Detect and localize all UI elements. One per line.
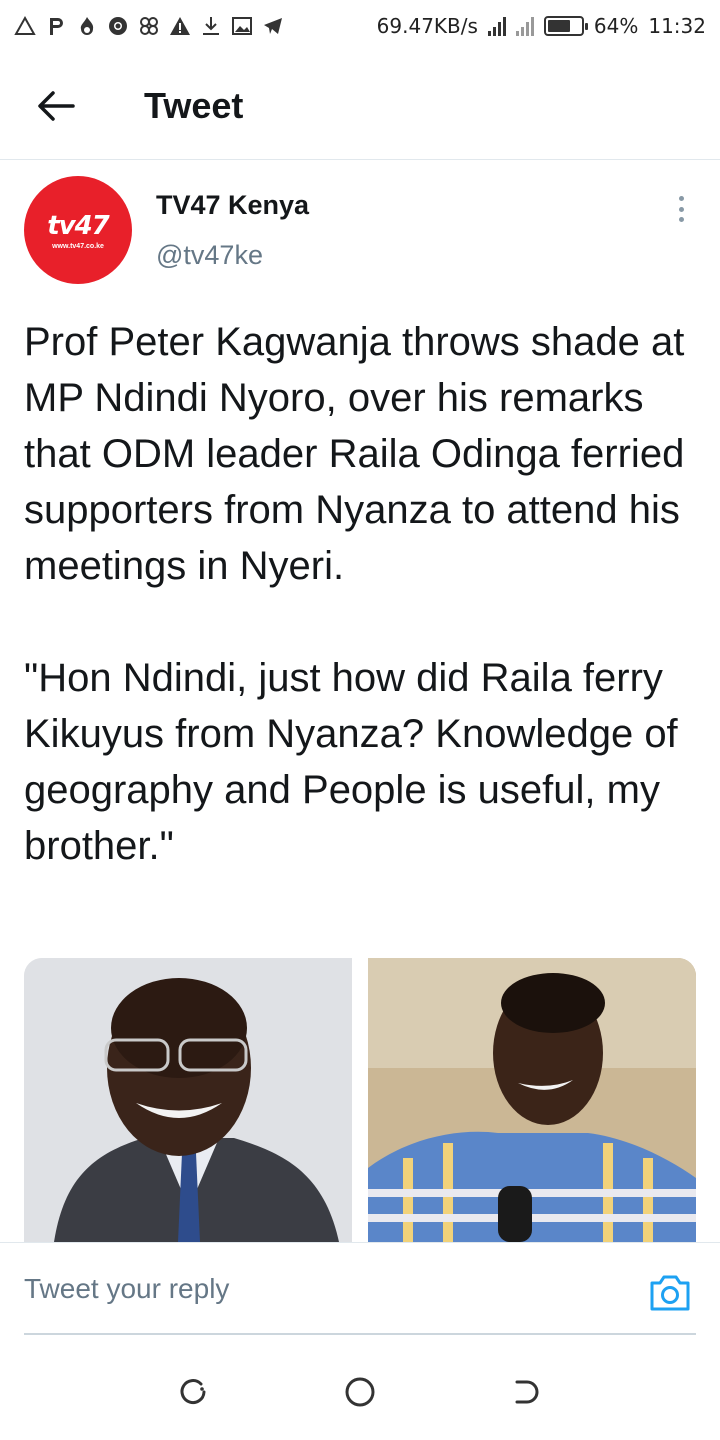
network-speed: 69.47KB/s	[376, 14, 478, 38]
reply-bar: Tweet your reply	[0, 1242, 720, 1335]
author-name[interactable]: TV47 Kenya	[156, 190, 309, 221]
status-bar: 69.47KB/s 64% 11:32	[0, 0, 720, 52]
battery-icon	[543, 16, 588, 36]
portrait-suit-image	[24, 958, 352, 1242]
download-icon	[203, 17, 219, 35]
reply-input[interactable]: Tweet your reply	[24, 1263, 624, 1315]
photo-man-in-suit[interactable]	[24, 958, 352, 1242]
p-icon	[50, 18, 63, 35]
puzzle-icon	[140, 17, 158, 35]
portrait-microphone-image	[368, 958, 696, 1242]
alert-icon	[14, 15, 36, 35]
photo-man-speaking[interactable]	[368, 958, 696, 1242]
signal-icon	[487, 16, 506, 36]
tweet-media[interactable]	[24, 958, 696, 1242]
recent-apps-button[interactable]	[171, 1370, 215, 1414]
tweet-text: Prof Peter Kagwanja throws shade at MP N…	[24, 320, 685, 868]
system-nav-bar	[0, 1344, 720, 1440]
app-header: Tweet	[0, 52, 720, 160]
reply-underline	[24, 1333, 696, 1335]
signal-2-icon	[515, 16, 534, 36]
back-system-button[interactable]	[505, 1370, 549, 1414]
arrow-left-icon	[38, 90, 75, 121]
avatar-logo: tv47	[47, 210, 110, 241]
camera-icon	[650, 1275, 690, 1311]
home-button[interactable]	[338, 1370, 382, 1414]
telegram-icon	[264, 18, 282, 34]
chrome-icon	[109, 17, 127, 35]
fire-icon	[80, 17, 94, 35]
notification-icons	[14, 15, 284, 37]
home-circle-icon	[345, 1377, 375, 1407]
author-handle[interactable]: @tv47ke	[156, 240, 263, 271]
avatar-url: www.tv47.co.ke	[52, 242, 104, 250]
back-button[interactable]	[26, 76, 86, 136]
more-options-icon[interactable]	[666, 194, 696, 224]
back-system-icon	[515, 1380, 539, 1404]
gallery-icon	[232, 17, 252, 35]
recent-apps-icon	[180, 1379, 206, 1405]
avatar[interactable]: tv47 www.tv47.co.ke	[24, 176, 132, 284]
clock: 11:32	[648, 14, 706, 38]
battery-percent: 64%	[593, 14, 639, 38]
warning-icon	[170, 17, 190, 35]
status-right: 69.47KB/s 64% 11:32	[377, 14, 706, 38]
tweet-author: tv47 www.tv47.co.ke TV47 Kenya @tv47ke	[24, 176, 696, 286]
camera-button[interactable]	[648, 1273, 692, 1317]
page-title: Tweet	[144, 84, 244, 126]
